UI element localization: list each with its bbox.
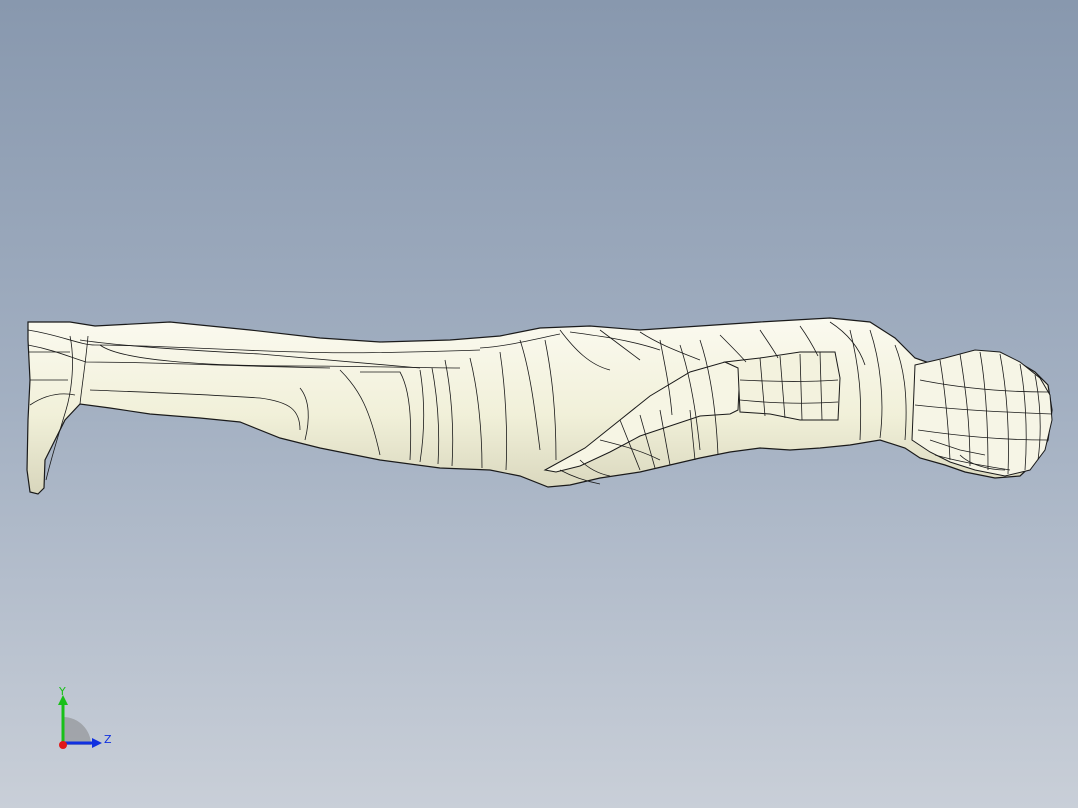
coordinate-triad: Y Z bbox=[58, 685, 112, 749]
graphics-viewport[interactable]: Y Z bbox=[0, 0, 1078, 808]
human-figure-model[interactable] bbox=[0, 0, 1078, 808]
y-axis-label: Y bbox=[58, 685, 66, 698]
z-axis-label: Z bbox=[104, 733, 112, 746]
body-silhouette bbox=[26, 317, 1053, 495]
x-axis-dot bbox=[59, 741, 67, 749]
z-axis-arrow bbox=[92, 738, 102, 748]
triad-arc bbox=[63, 717, 91, 745]
